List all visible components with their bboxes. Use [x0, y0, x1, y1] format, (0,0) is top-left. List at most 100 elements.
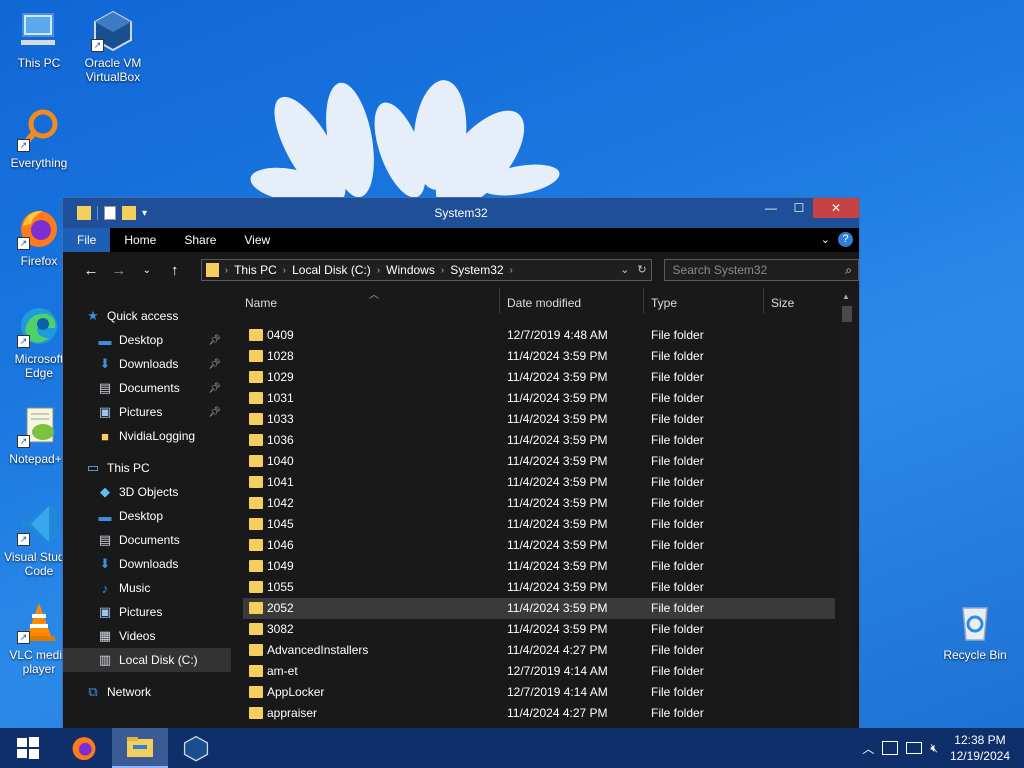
network-status-icon[interactable] [906, 742, 923, 754]
maximize-button[interactable]: ☐ [785, 198, 813, 218]
pin-icon[interactable]: 📌︎ [208, 407, 221, 418]
security-center-icon[interactable] [882, 741, 899, 755]
clock[interactable]: 12:38 PM 12/19/2024 [950, 732, 1010, 764]
address-bar[interactable]: › This PC › Local Disk (C:) › Windows › … [200, 259, 652, 281]
folder-icon [249, 455, 263, 467]
breadcrumb-system32[interactable]: System32 [444, 263, 509, 277]
breadcrumb-this-pc[interactable]: This PC [228, 263, 283, 277]
nav-item-network[interactable]: ⧉ Network [63, 680, 231, 704]
pin-icon[interactable]: 📌︎ [208, 359, 221, 370]
file-list-pane[interactable]: ︿ Name Date modified Type Size 0409 12/7/… [231, 288, 859, 741]
taskbar-file-explorer-button[interactable] [112, 728, 168, 768]
volume-muted-icon[interactable]: 🔇︎ [930, 741, 938, 756]
breadcrumb-local-disk[interactable]: Local Disk (C:) [286, 263, 377, 277]
nav-item-desktop[interactable]: ▬ Desktop [63, 504, 231, 528]
desktop-icon-virtualbox[interactable]: ↗ Oracle VM VirtualBox [78, 8, 148, 84]
file-row[interactable]: 1028 11/4/2024 3:59 PM File folder [243, 346, 835, 367]
taskbar-virtualbox-button[interactable] [168, 728, 224, 768]
tab-view[interactable]: View [230, 228, 284, 252]
nav-item-label: Documents [119, 533, 180, 547]
nav-item-downloads[interactable]: ⬇ Downloads [63, 552, 231, 576]
column-header-size[interactable]: Size [771, 296, 794, 310]
file-row[interactable]: 1055 11/4/2024 3:59 PM File folder [243, 577, 835, 598]
pin-icon[interactable]: 📌︎ [208, 383, 221, 394]
vertical-scrollbar[interactable]: ▲ [839, 292, 853, 728]
minimize-button[interactable]: — [757, 198, 785, 218]
nav-item-downloads[interactable]: ⬇ Downloads 📌︎ [63, 352, 231, 376]
file-row[interactable]: 1042 11/4/2024 3:59 PM File folder [243, 493, 835, 514]
column-header-name[interactable]: Name [245, 296, 277, 310]
file-row[interactable]: AppLocker 12/7/2019 4:14 AM File folder [243, 682, 835, 703]
firefox-icon [72, 737, 96, 761]
file-row[interactable]: am-et 12/7/2019 4:14 AM File folder [243, 661, 835, 682]
folder-icon [249, 392, 263, 404]
file-row[interactable]: 1029 11/4/2024 3:59 PM File folder [243, 367, 835, 388]
nav-item-documents[interactable]: ▤ Documents [63, 528, 231, 552]
file-row[interactable]: 1031 11/4/2024 3:59 PM File folder [243, 388, 835, 409]
file-row[interactable]: appraiser 11/4/2024 4:27 PM File folder [243, 703, 835, 724]
desktop-icon-this-pc[interactable]: This PC [4, 8, 74, 70]
nav-item-nvidialogging[interactable]: ■ NvidiaLogging [63, 424, 231, 448]
nav-item-this-pc[interactable]: ▭ This PC [63, 456, 231, 480]
show-hidden-icons-chevron-icon[interactable]: ︿ [862, 740, 874, 757]
file-type: File folder [651, 328, 704, 342]
pin-icon[interactable]: 📌︎ [208, 335, 221, 346]
file-row[interactable]: 1036 11/4/2024 3:59 PM File folder [243, 430, 835, 451]
file-row[interactable]: 1045 11/4/2024 3:59 PM File folder [243, 514, 835, 535]
shortcut-arrow-icon: ↗ [91, 39, 104, 52]
tab-file[interactable]: File [63, 228, 111, 252]
address-dropdown-icon[interactable]: ⌄ [620, 263, 629, 276]
nav-item-desktop[interactable]: ▬ Desktop 📌︎ [63, 328, 231, 352]
nav-item-pictures[interactable]: ▣ Pictures 📌︎ [63, 400, 231, 424]
scroll-up-arrow-icon[interactable]: ▲ [839, 292, 853, 304]
nav-item-label: Desktop [119, 333, 164, 347]
column-divider[interactable] [763, 288, 764, 314]
file-explorer-window[interactable]: ▾ System32 — ☐ ✕ File Home Share View ⌄ … [62, 197, 860, 741]
column-header-date[interactable]: Date modified [507, 296, 581, 310]
file-type: File folder [651, 559, 704, 573]
pictures-icon: ▣ [98, 604, 112, 619]
title-bar[interactable]: ▾ System32 — ☐ ✕ [63, 198, 859, 228]
file-row[interactable]: 0409 12/7/2019 4:48 AM File folder [243, 325, 835, 346]
back-arrow-icon[interactable]: ← [79, 262, 103, 279]
column-header-type[interactable]: Type [651, 296, 677, 310]
search-box[interactable]: Search System32 ⌕ [663, 259, 860, 281]
nav-item-pictures[interactable]: ▣ Pictures [63, 600, 231, 624]
column-divider[interactable] [499, 288, 500, 314]
file-row[interactable]: 1033 11/4/2024 3:59 PM File folder [243, 409, 835, 430]
file-row[interactable]: 3082 11/4/2024 3:59 PM File folder [243, 619, 835, 640]
expand-ribbon-icon[interactable]: ⌄ [821, 233, 830, 246]
nav-item-music[interactable]: ♪ Music [63, 576, 231, 600]
nav-item-videos[interactable]: ▦ Videos [63, 624, 231, 648]
file-date-modified: 11/4/2024 3:59 PM [507, 517, 608, 531]
scrollbar-thumb[interactable] [842, 306, 852, 322]
nav-item-3d-objects[interactable]: ◆ 3D Objects [63, 480, 231, 504]
breadcrumb-windows[interactable]: Windows [380, 263, 441, 277]
tab-share[interactable]: Share [170, 228, 230, 252]
file-row[interactable]: 1040 11/4/2024 3:59 PM File folder [243, 451, 835, 472]
nav-item-label: Network [107, 685, 152, 699]
nav-item-quick-access[interactable]: ★ Quick access [63, 304, 231, 328]
up-arrow-icon[interactable]: ↑ [163, 262, 187, 279]
file-row[interactable]: AdvancedInstallers 11/4/2024 4:27 PM File … [243, 640, 835, 661]
computer-icon: ▭ [86, 460, 100, 475]
file-row[interactable]: 1046 11/4/2024 3:59 PM File folder [243, 535, 835, 556]
search-input[interactable]: Search System32 [673, 263, 768, 277]
navigation-pane[interactable]: ★ Quick access ▬ Desktop 📌︎ ⬇ Downloads 📌︎ ▤ Docu… [63, 288, 231, 728]
recent-locations-chevron-icon[interactable]: ⌄ [135, 265, 159, 276]
nav-item-local-disk-c[interactable]: ▥ Local Disk (C:) [63, 648, 231, 672]
file-row[interactable]: 1049 11/4/2024 3:59 PM File folder [243, 556, 835, 577]
column-divider[interactable] [643, 288, 644, 314]
forward-arrow-icon[interactable]: → [107, 262, 131, 279]
help-icon[interactable]: ? [838, 232, 853, 247]
close-button[interactable]: ✕ [813, 198, 859, 218]
tab-home[interactable]: Home [110, 228, 170, 252]
desktop-icon-everything[interactable]: ↗ Everything [4, 108, 74, 170]
desktop-icon-recycle-bin[interactable]: Recycle Bin [940, 600, 1010, 662]
refresh-icon[interactable]: ↻ [637, 263, 646, 276]
start-button[interactable] [0, 728, 56, 768]
nav-item-documents[interactable]: ▤ Documents 📌︎ [63, 376, 231, 400]
file-row[interactable]: 2052 11/4/2024 3:59 PM File folder [243, 598, 835, 619]
taskbar-firefox-button[interactable] [56, 728, 112, 768]
file-row[interactable]: 1041 11/4/2024 3:59 PM File folder [243, 472, 835, 493]
